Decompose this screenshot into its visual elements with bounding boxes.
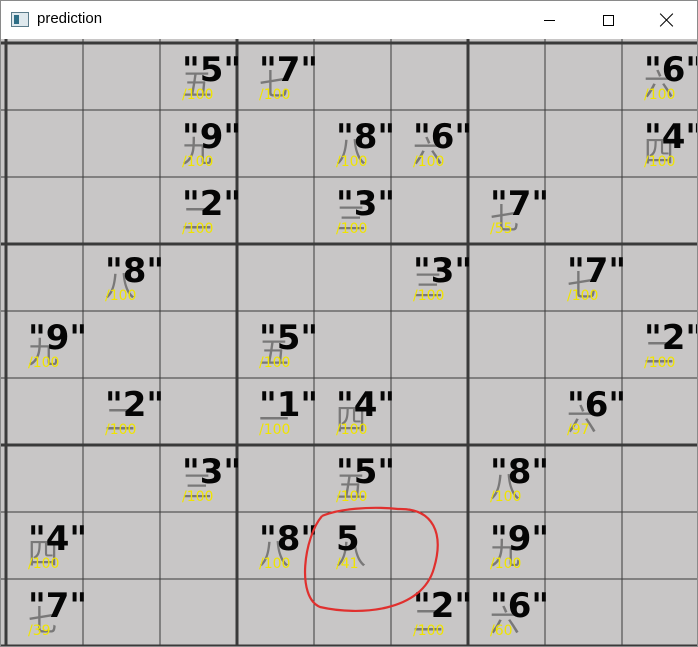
confidence-label: /100 [182,87,213,103]
predicted-digit: "1" [259,385,318,425]
predicted-digit: "4" [644,117,697,157]
confidence-label: /100 [182,221,213,237]
sudoku-board-view: 五"5"/100七"7"/100六"6"/100九"9"/100八"8"/100… [1,39,697,646]
predicted-digit: "5" [182,50,241,90]
confidence-label: /100 [182,489,213,505]
confidence-label: /100 [490,489,521,505]
predicted-digit: "6" [413,117,472,157]
prediction-window: prediction 五"5"/100七"7"/100六"6"/100九"9"/… [0,0,698,647]
predicted-digit: "3" [336,184,395,224]
maximize-icon [602,14,614,26]
close-icon [660,13,674,27]
title-bar[interactable]: prediction [1,1,697,39]
minimize-button[interactable] [526,1,572,39]
confidence-label: /100 [259,355,290,371]
confidence-label: /100 [413,623,444,639]
predicted-digit: "7" [490,184,549,224]
predicted-digit: "3" [182,452,241,492]
confidence-label: /39 [28,623,51,639]
predicted-digit: "8" [336,117,395,157]
confidence-label: /100 [105,422,136,438]
predicted-digit: "5" [259,318,318,358]
predicted-digit: "4" [336,385,395,425]
confidence-label: /100 [413,154,444,170]
confidence-label: /100 [259,422,290,438]
confidence-label: /100 [644,355,675,371]
confidence-label: /100 [259,556,290,572]
minimize-icon [543,19,555,21]
predicted-digit: "9" [28,318,87,358]
predicted-digit: "2" [644,318,697,358]
predicted-digit: "8" [105,251,164,291]
predicted-digit: "7" [259,50,318,90]
confidence-label: /100 [567,288,598,304]
confidence-label: /100 [182,154,213,170]
predicted-digit: "3" [413,251,472,291]
confidence-label: /100 [105,288,136,304]
predicted-digit: "6" [644,50,697,90]
predicted-digit: "8" [490,452,549,492]
confidence-label: /100 [336,422,367,438]
predicted-digit: "2" [413,586,472,626]
confidence-label: /100 [259,87,290,103]
confidence-label: /100 [336,154,367,170]
predicted-digit: "6" [490,586,549,626]
confidence-label: /100 [28,556,59,572]
confidence-label: /100 [336,489,367,505]
predicted-digit: "9" [490,519,549,559]
confidence-label: /60 [490,623,513,639]
confidence-label: /100 [644,87,675,103]
window-title: prediction [37,10,103,27]
predicted-digit: "2" [105,385,164,425]
predicted-digit: "5" [336,452,395,492]
confidence-label: /55 [490,221,513,237]
confidence-label: /100 [413,288,444,304]
app-icon [11,12,29,27]
predicted-digit: "2" [182,184,241,224]
predicted-digit: 5 [336,519,360,559]
predicted-digit: "6" [567,385,626,425]
close-button[interactable] [644,1,690,39]
predicted-digit: "9" [182,117,241,157]
predicted-digit: "7" [28,586,87,626]
confidence-label: /100 [644,154,675,170]
confidence-label: /100 [336,221,367,237]
maximize-button[interactable] [585,1,631,39]
predicted-digit: "4" [28,519,87,559]
confidence-label: /100 [28,355,59,371]
confidence-label: /41 [336,556,359,572]
sudoku-board: 五"5"/100七"7"/100六"6"/100九"9"/100八"8"/100… [1,39,697,646]
predicted-digit: "7" [567,251,626,291]
confidence-label: /100 [490,556,521,572]
confidence-label: /97 [567,422,590,438]
